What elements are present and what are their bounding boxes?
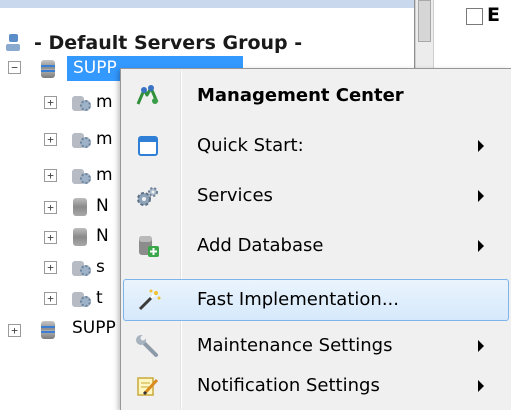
database-icon	[73, 228, 87, 246]
expand-icon[interactable]: +	[44, 169, 57, 182]
menu-item-add-database[interactable]: Add Database	[123, 221, 509, 271]
expand-icon[interactable]: +	[44, 201, 57, 214]
expand-icon[interactable]: +	[44, 292, 57, 305]
tree-item-label[interactable]: N	[96, 226, 109, 246]
expand-icon[interactable]: +	[44, 231, 57, 244]
menu-item-label: Management Center	[197, 85, 404, 106]
server-label: SUPP	[73, 58, 117, 78]
database-icon	[73, 198, 87, 216]
tree-item-label[interactable]: N	[96, 196, 109, 216]
management-center-icon	[135, 84, 161, 108]
tree-group-row[interactable]: - Default Servers Group -	[6, 28, 302, 58]
tree-item-label[interactable]: m	[96, 129, 113, 149]
database-gear-icon	[72, 290, 91, 308]
tree-item-server-label[interactable]: SUPP	[72, 318, 116, 338]
database-gear-icon	[72, 131, 91, 149]
menu-item-label: Fast Implementation...	[197, 289, 399, 310]
tree-item-label[interactable]: m	[96, 92, 113, 112]
collapse-icon[interactable]: −	[8, 61, 21, 74]
notepad-pencil-icon	[135, 374, 161, 398]
submenu-arrow-icon	[478, 190, 484, 202]
menu-item-services[interactable]: Services	[123, 171, 509, 221]
add-database-icon	[135, 234, 161, 258]
expand-icon[interactable]: +	[44, 133, 57, 146]
group-label: - Default Servers Group -	[34, 32, 303, 54]
menu-item-fast-implementation[interactable]: Fast Implementation...	[123, 279, 509, 321]
scrollbar-thumb[interactable]	[418, 0, 431, 42]
context-menu: Management Center Quick Start: Services	[120, 68, 511, 410]
expand-icon[interactable]: +	[44, 261, 57, 274]
server-group-icon	[6, 32, 22, 54]
expand-icon[interactable]: +	[44, 96, 57, 109]
submenu-arrow-icon	[478, 340, 484, 352]
menu-item-label: Quick Start:	[197, 135, 304, 156]
menu-item-management-center[interactable]: Management Center	[123, 71, 509, 121]
checkbox[interactable]	[466, 8, 483, 25]
menu-item-notification-settings[interactable]: Notification Settings	[123, 363, 509, 409]
menu-item-label: Services	[197, 185, 273, 206]
tree-item-label[interactable]: s	[96, 257, 105, 277]
wrench-icon	[135, 334, 161, 358]
right-pane-label: E	[487, 4, 500, 26]
database-gear-icon	[72, 259, 91, 277]
magic-wand-icon	[136, 289, 162, 313]
database-gear-icon	[72, 94, 91, 112]
tree-header-strip	[0, 0, 414, 8]
window-icon	[135, 134, 161, 158]
menu-item-label: Add Database	[197, 235, 324, 256]
database-gear-icon	[72, 167, 91, 185]
submenu-arrow-icon	[478, 380, 484, 392]
submenu-arrow-icon	[478, 240, 484, 252]
submenu-arrow-icon	[478, 140, 484, 152]
tree-item-label[interactable]: m	[96, 165, 113, 185]
database-server-icon	[40, 59, 56, 79]
menu-item-quick-start[interactable]: Quick Start:	[123, 121, 509, 171]
gears-icon	[135, 184, 161, 208]
menu-item-label: Notification Settings	[197, 375, 380, 396]
tree-item-label[interactable]: t	[96, 288, 103, 308]
database-server-icon	[40, 320, 56, 340]
expand-icon[interactable]: +	[8, 324, 21, 337]
